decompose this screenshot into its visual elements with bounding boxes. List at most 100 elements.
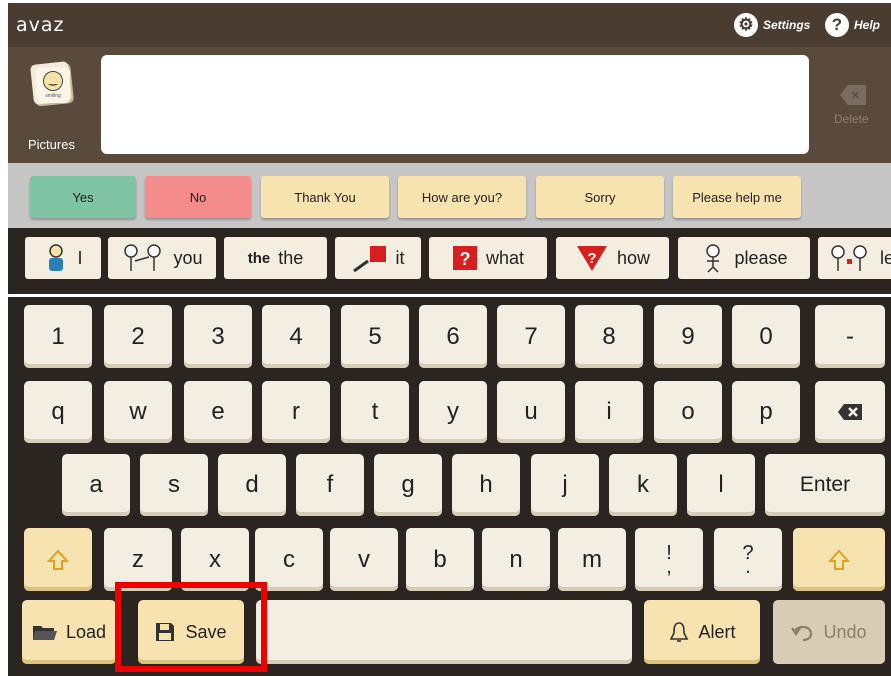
delete-button[interactable]: ✕ Delete [826,85,886,145]
key-a[interactable]: a [62,454,130,516]
key-g[interactable]: g [374,454,442,516]
save-label: Save [185,621,227,642]
key-e[interactable]: e [184,381,252,443]
undo-label: Undo [823,621,867,642]
folder-icon [32,626,57,640]
key-w[interactable]: w [104,381,172,443]
key-9[interactable]: 9 [654,305,722,368]
word-please[interactable]: please [678,237,810,279]
bell-icon [670,622,689,642]
key-f[interactable]: f [296,454,364,516]
delete-label: Delete [834,112,869,126]
shift-key-left[interactable] [24,528,92,591]
word-how[interactable]: ? how [556,237,669,279]
undo-button[interactable]: Undo [773,600,885,664]
key-6[interactable]: 6 [419,305,487,368]
load-button[interactable]: Load [22,600,116,664]
key-8[interactable]: 8 [575,305,643,368]
picture-caption: smiling [45,93,61,99]
key-d[interactable]: d [218,454,286,516]
word-label: I [77,247,83,268]
word-label: the [278,247,304,268]
backspace-icon: ✕ [840,85,866,105]
word-label: it [395,247,405,268]
pictures-label: Pictures [28,137,75,152]
shift-key-right[interactable] [793,528,885,591]
question-triangle-icon: ? [576,246,607,271]
key-p[interactable]: p [732,381,800,443]
word-prediction-bar: I you the the it ? what ? how please le [8,228,891,294]
key-4[interactable]: 4 [262,305,330,368]
svg-text:?: ? [459,249,470,269]
backspace-key[interactable] [815,381,885,443]
word-it[interactable]: it [335,237,421,279]
key-3[interactable]: 3 [184,305,252,368]
the-text-icon: the [247,249,271,267]
quick-phrase-no[interactable]: No [145,176,251,218]
word-label: how [616,247,651,268]
alert-label: Alert [698,621,736,642]
key-question-period[interactable]: ?. [714,528,782,591]
help-button[interactable]: ? Help [825,13,880,37]
word-le[interactable]: le [818,237,891,279]
word-what[interactable]: ? what [429,237,547,279]
save-button[interactable]: Save [138,600,244,664]
smiling-picture-icon: ‿ smiling [36,67,70,103]
alert-button[interactable]: Alert [644,600,760,664]
key-s[interactable]: s [140,454,208,516]
key-y[interactable]: y [419,381,487,443]
space-bar[interactable] [256,600,632,664]
key-h[interactable]: h [452,454,520,516]
shift-arrow-icon [47,549,69,570]
key-v[interactable]: v [330,528,398,591]
key-7[interactable]: 7 [497,305,565,368]
quick-phrases-bar: Yes No Thank You How are you? Sorry Plea… [8,163,891,228]
key-q[interactable]: q [24,381,92,443]
word-the[interactable]: the the [224,237,327,279]
enter-key[interactable]: Enter [765,454,885,516]
key-x[interactable]: x [181,528,249,591]
key-5[interactable]: 5 [341,305,409,368]
key-k[interactable]: k [609,454,677,516]
word-label: please [734,247,788,268]
key-m[interactable]: m [558,528,626,591]
key-c[interactable]: c [255,528,323,591]
quick-phrase-thank-you[interactable]: Thank You [261,176,389,218]
quick-phrase-how-are-you[interactable]: How are you? [398,176,526,218]
key-t[interactable]: t [341,381,409,443]
key-2[interactable]: 2 [104,305,172,368]
quick-phrase-please-help-me[interactable]: Please help me [673,176,801,218]
question-mark-icon: ? [452,246,477,270]
key-exclamation-comma[interactable]: !, [635,528,703,591]
key-u[interactable]: u [497,381,565,443]
message-box[interactable] [101,55,809,154]
help-icon: ? [825,13,849,37]
word-i[interactable]: I [25,237,101,279]
pointing-hand-icon [352,246,386,273]
key-j[interactable]: j [531,454,599,516]
key-o[interactable]: o [654,381,722,443]
key-r[interactable]: r [262,381,330,443]
quick-phrase-sorry[interactable]: Sorry [536,176,664,218]
smiling-face-icon: ‿ [43,71,63,91]
divider [8,294,891,297]
key-i[interactable]: i [575,381,643,443]
quick-phrase-yes[interactable]: Yes [30,176,136,218]
key-l[interactable]: l [687,454,755,516]
two-people-icon [831,245,867,271]
word-you[interactable]: you [108,237,216,279]
app-logo: avaz [16,14,65,36]
key-1[interactable]: 1 [24,305,92,368]
key-z[interactable]: z [104,528,172,591]
key-minus[interactable]: - [815,305,885,368]
pointing-person-icon [124,244,162,271]
settings-button[interactable]: ⚙ Settings [734,13,810,37]
person-icon [49,244,64,271]
message-area: ‿ smiling Pictures ✕ Delete [8,47,891,163]
undo-icon [791,625,813,642]
key-b[interactable]: b [406,528,474,591]
key-0[interactable]: 0 [732,305,800,368]
key-n[interactable]: n [482,528,550,591]
pictures-button[interactable]: ‿ smiling Pictures [18,61,90,159]
help-label: Help [854,18,881,32]
